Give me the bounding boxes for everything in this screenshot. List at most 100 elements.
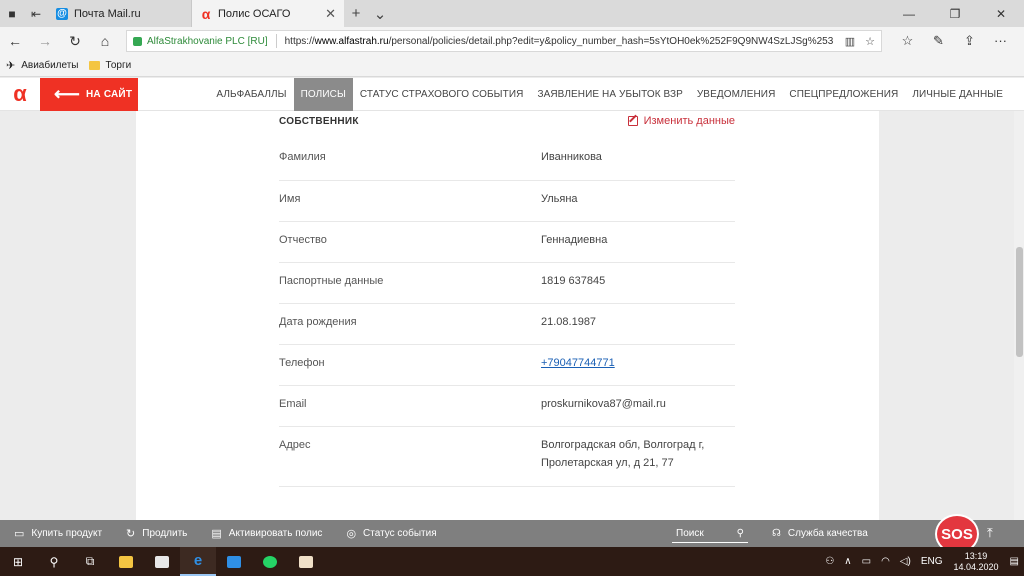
search-icon[interactable]: ⚲ — [737, 528, 744, 539]
language-indicator[interactable]: ENG — [921, 556, 943, 567]
field-value: 1819 637845 — [541, 275, 606, 287]
windows-taskbar: ⊞ ⚲ ⧉ e ⚇ ∧ ▭ ◠ ◁) ENG 13:19 14.04.2020 … — [0, 547, 1024, 576]
new-tab-button[interactable]: + — [344, 0, 368, 27]
favorite-item[interactable]: ✈ Авиабилеты — [6, 59, 79, 72]
windows-start-icon[interactable]: ⊞ — [0, 547, 36, 576]
buy-product-button[interactable]: ▭ Купить продукт — [14, 527, 102, 540]
close-tab-icon[interactable]: ✕ — [325, 6, 336, 22]
more-icon[interactable]: ··· — [985, 33, 1016, 49]
field-row: Фамилия Иванникова — [279, 151, 735, 181]
tab-mail[interactable]: @ Почта Mail.ru — [48, 0, 192, 27]
menu-item-policies[interactable]: Полисы — [293, 78, 353, 111]
forward-arrow-icon[interactable]: → — [30, 33, 60, 49]
renew-button[interactable]: ↻ Продлить — [126, 527, 187, 540]
search-icon[interactable]: ⚲ — [36, 547, 72, 576]
field-row: Имя Ульяна — [279, 193, 735, 222]
back-arrow-icon[interactable]: ← — [0, 33, 30, 49]
field-label: Фамилия — [279, 151, 326, 163]
menu-item-claim[interactable]: Заявление на убыток ВЗР — [530, 78, 689, 111]
browser-nav-bar: ← → ↻ ⌂ AlfaStrakhovanie PLC [RU] https:… — [0, 27, 1024, 55]
edit-icon — [627, 116, 638, 126]
battery-icon[interactable]: ▭ — [862, 556, 871, 567]
edge-icon[interactable]: e — [180, 547, 216, 576]
owner-details-card: СОБСТВЕННИК Изменить данные Фамилия Иван… — [136, 111, 879, 520]
field-label: Телефон — [279, 357, 325, 369]
renew-icon: ↻ — [126, 528, 136, 540]
restore-icon[interactable]: ❐ — [932, 0, 978, 27]
reading-view-icon[interactable]: ▥ — [845, 35, 855, 48]
menu-item-personal-data[interactable]: Личные данные — [905, 78, 1010, 111]
back-to-site-button[interactable]: ⟵ НА САЙТ — [40, 77, 138, 111]
headset-icon: ☊ — [772, 528, 781, 539]
people-icon[interactable]: ⚇ — [825, 556, 834, 567]
field-value: Геннадиевна — [541, 234, 608, 246]
document-icon: ▤ — [211, 528, 222, 540]
tab-preview-icon[interactable]: ■ — [0, 0, 24, 27]
field-row: Email proskurnikova87@mail.ru — [279, 398, 735, 427]
phone-link[interactable]: +79047744771 — [541, 354, 615, 385]
field-row: Отчество Геннадиевна — [279, 234, 735, 263]
bottom-toolbar: ▭ Купить продукт ↻ Продлить ▤ Активирова… — [0, 520, 1024, 547]
field-label: Адрес — [279, 439, 311, 451]
field-value: proskurnikova87@mail.ru — [541, 398, 666, 410]
activate-policy-button[interactable]: ▤ Активировать полис — [211, 527, 322, 540]
field-row: Дата рождения 21.08.1987 — [279, 316, 735, 345]
field-value: 21.08.1987 — [541, 316, 597, 328]
url-text: https://www.alfastrah.ru/personal/polici… — [284, 35, 834, 47]
tab-title: Почта Mail.ru — [74, 7, 141, 20]
page-scrollbar[interactable] — [1014, 111, 1024, 520]
menu-item-notifications[interactable]: Уведомления — [690, 78, 783, 111]
file-explorer-icon[interactable] — [108, 547, 144, 576]
main-menu: Альфабаллы Полисы Статус страхового собы… — [209, 78, 1010, 111]
folder-icon — [88, 61, 100, 70]
document-app-icon[interactable] — [288, 547, 324, 576]
task-view-icon[interactable]: ⧉ — [72, 547, 108, 576]
notes-icon[interactable]: ✎ — [923, 33, 954, 49]
favorite-item[interactable]: Торги — [88, 60, 131, 71]
set-aside-tabs-icon[interactable]: ⇤ — [24, 0, 48, 27]
alfa-logo[interactable]: α — [0, 78, 40, 111]
chevron-up-icon[interactable]: ∧ — [844, 556, 851, 567]
event-status-button[interactable]: ◎ Статус события — [346, 527, 436, 540]
menu-item-alfaballs[interactable]: Альфабаллы — [209, 78, 293, 111]
quality-service-button[interactable]: ☊ Служба качества — [772, 520, 868, 547]
menu-item-offers[interactable]: Спецпредложения — [782, 78, 905, 111]
field-label: Имя — [279, 193, 301, 205]
address-bar[interactable]: AlfaStrakhovanie PLC [RU] https://www.al… — [126, 30, 882, 52]
site-header: α ⟵ НА САЙТ Альфабаллы Полисы Статус стр… — [0, 77, 1024, 111]
add-favorite-icon[interactable]: ☆ — [865, 35, 875, 48]
search-input[interactable]: Поиск ⚲ — [672, 524, 748, 543]
notifications-icon[interactable]: ▤ — [1010, 556, 1019, 567]
edit-data-link[interactable]: Изменить данные — [627, 115, 735, 127]
close-window-icon[interactable]: ✕ — [978, 0, 1024, 27]
favorites-icon[interactable]: ☆ — [892, 33, 923, 49]
mail-favicon-icon: @ — [56, 7, 68, 20]
store-icon[interactable] — [144, 547, 180, 576]
field-row: Адрес Волгоградская обл, Волгоград г, Пр… — [279, 439, 735, 487]
alfa-favicon-icon: α — [201, 5, 211, 22]
field-row: Паспортные данные 1819 637845 — [279, 275, 735, 304]
arrow-left-icon: ⟵ — [54, 84, 81, 104]
plane-icon: ✈ — [6, 60, 16, 72]
clock[interactable]: 13:19 14.04.2020 — [954, 551, 999, 573]
check-circle-icon: ◎ — [346, 528, 357, 540]
whatsapp-icon[interactable] — [252, 547, 288, 576]
site-identity: AlfaStrakhovanie PLC [RU] — [147, 35, 268, 47]
tab-title: Полис ОСАГО — [218, 7, 291, 20]
refresh-icon[interactable]: ↻ — [60, 33, 90, 50]
field-value: Ульяна — [541, 193, 578, 205]
mail-icon[interactable] — [216, 547, 252, 576]
scrollbar-thumb[interactable] — [1016, 247, 1023, 357]
share-icon[interactable]: ⇪ — [954, 33, 985, 49]
tab-osago[interactable]: α Полис ОСАГО ✕ — [192, 0, 344, 27]
home-icon[interactable]: ⌂ — [90, 33, 120, 49]
volume-icon[interactable]: ◁) — [900, 556, 911, 567]
chevron-down-icon[interactable]: ⌄ — [368, 0, 392, 27]
menu-item-event-status[interactable]: Статус страхового события — [353, 78, 531, 111]
section-title: СОБСТВЕННИК — [279, 115, 359, 127]
browser-tab-strip: ■ ⇤ @ Почта Mail.ru α Полис ОСАГО ✕ + ⌄ … — [0, 0, 1024, 27]
field-label: Дата рождения — [279, 316, 357, 328]
minimize-icon[interactable]: — — [886, 0, 932, 27]
scroll-to-top-icon[interactable]: ⤒ — [987, 525, 993, 541]
network-icon[interactable]: ◠ — [881, 556, 890, 567]
